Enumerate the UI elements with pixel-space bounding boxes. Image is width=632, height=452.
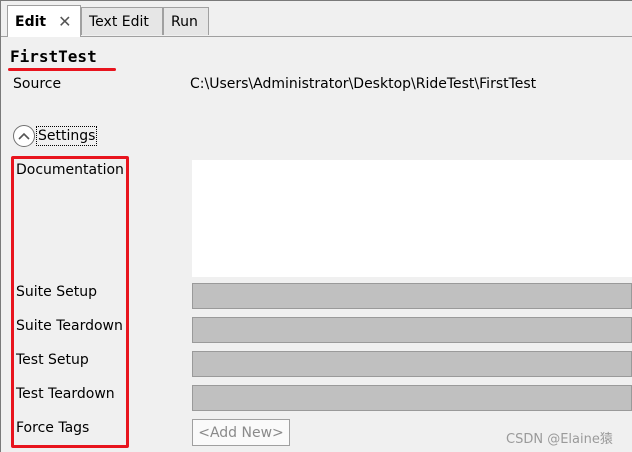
tab-bar: Edit ✕ Text Edit Run — [1, 1, 632, 37]
suite-title: FirstTest — [10, 47, 97, 66]
tab-edit-label: Edit — [15, 13, 47, 30]
suite-setup-label: Suite Setup — [16, 284, 97, 300]
window-frame-left — [0, 0, 1, 452]
annotation-underline — [8, 68, 116, 71]
documentation-editor[interactable] — [192, 160, 632, 277]
tab-text-edit[interactable]: Text Edit — [81, 7, 163, 35]
tab-edit[interactable]: Edit ✕ — [7, 5, 81, 37]
test-teardown-field[interactable] — [192, 385, 632, 411]
documentation-label: Documentation — [16, 162, 124, 178]
suite-teardown-label: Suite Teardown — [16, 318, 123, 334]
collapse-toggle[interactable] — [13, 125, 35, 147]
chevron-up-icon — [18, 132, 30, 140]
tab-text-edit-label: Text Edit — [89, 13, 149, 30]
suite-teardown-field[interactable] — [192, 317, 632, 343]
add-new-tag-button[interactable]: <Add New> — [192, 419, 290, 446]
tab-run[interactable]: Run — [163, 7, 209, 35]
source-path: C:\Users\Administrator\Desktop\RideTest\… — [190, 76, 537, 92]
test-teardown-label: Test Teardown — [16, 386, 115, 402]
source-label: Source — [13, 76, 62, 92]
settings-label[interactable]: Settings — [36, 126, 98, 146]
tab-strip-divider — [1, 36, 632, 37]
force-tags-label: Force Tags — [16, 420, 90, 436]
close-icon[interactable]: ✕ — [58, 12, 71, 31]
test-setup-field[interactable] — [192, 351, 632, 377]
watermark: CSDN @Elaine猿 — [506, 432, 613, 447]
suite-setup-field[interactable] — [192, 283, 632, 309]
tab-run-label: Run — [171, 13, 198, 30]
test-setup-label: Test Setup — [16, 352, 89, 368]
annotation-box — [11, 156, 129, 448]
